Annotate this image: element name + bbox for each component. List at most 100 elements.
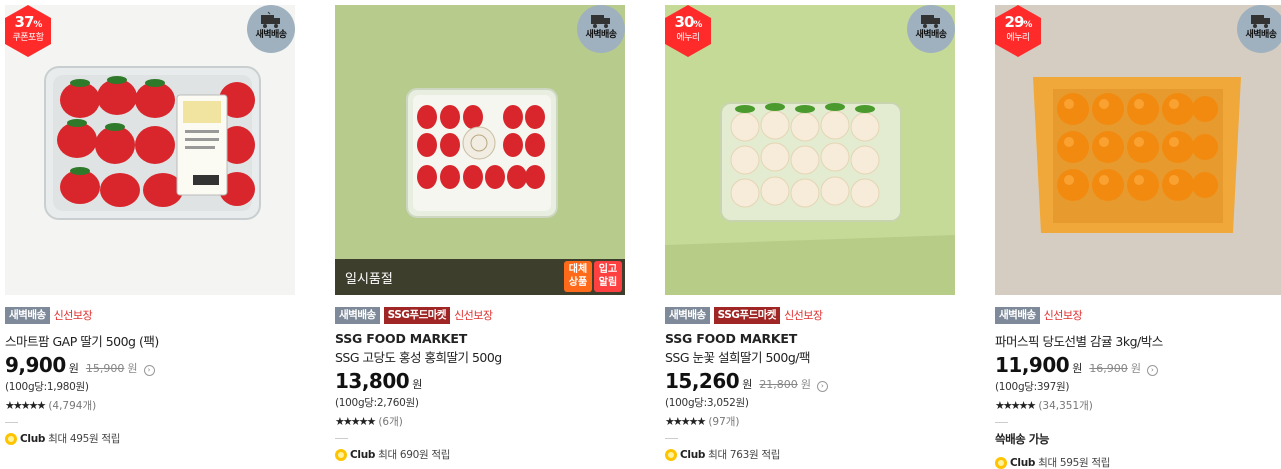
- star-rating-icon: ★★★★★: [335, 415, 376, 428]
- unit-price: (100g당:397원): [995, 381, 1070, 393]
- price-info-icon[interactable]: ›: [143, 365, 155, 376]
- product-name[interactable]: 스마트팜 GAP 딸기 500g (팩): [5, 331, 295, 350]
- product-card[interactable]: 37% 쿠폰포함 새벽배송 새벽배송 신선보장 스마트팜 GAP 딸기 500g…: [5, 5, 295, 446]
- club-reward-text: 최대 495원 적립: [48, 433, 121, 445]
- product-card[interactable]: 30% 에누리 새벽배송 새벽배송 SSG푸드마켓 신선보장 SSG FOOD …: [665, 5, 955, 462]
- star-rating-icon: ★★★★★: [995, 399, 1036, 412]
- club-reward: Club 최대 495원 적립: [5, 431, 295, 446]
- price-row: 11,900 원 16,900 원 ›: [995, 353, 1281, 377]
- price-row: 15,260 원 21,800 원 ›: [665, 369, 955, 393]
- soldout-bar: 일시품절 대체 상품 입고 알림: [335, 259, 625, 295]
- product-name[interactable]: SSG 눈꽃 설희딸기 500g/팩: [665, 347, 955, 366]
- original-currency-unit: 원: [800, 378, 811, 391]
- club-reward: Club 최대 763원 적립: [665, 447, 955, 462]
- white-strawberry-image: [665, 5, 955, 295]
- product-card[interactable]: 29% 에누리 새벽배송 새벽배송 신선보장 파머스픽 당도선별 감귤 3kg/…: [995, 5, 1281, 469]
- soldout-label: 일시품절: [345, 272, 393, 287]
- rating-row[interactable]: ★★★★★ (4,794개): [5, 398, 295, 413]
- original-currency-unit: 원: [1130, 362, 1141, 375]
- club-coin-icon: [665, 448, 677, 461]
- tag-ssg-food-market: SSG푸드마켓: [713, 306, 781, 324]
- tag-ssg-food-market: SSG푸드마켓: [383, 306, 451, 324]
- rating-row[interactable]: ★★★★★ (6개): [335, 414, 625, 429]
- club-brand: Club: [20, 432, 46, 445]
- brand-name[interactable]: SSG FOOD MARKET: [665, 331, 955, 346]
- currency-unit: 원: [742, 378, 753, 391]
- review-count: (4,794개): [48, 400, 97, 412]
- club-brand: Club: [1010, 456, 1036, 469]
- strawberry-tray-image: [335, 5, 625, 295]
- star-rating-icon: ★★★★★: [5, 399, 46, 412]
- product-tags: 새벽배송 SSG푸드마켓 신선보장: [335, 306, 625, 324]
- review-count: (6개): [378, 416, 403, 428]
- original-price: 15,900: [85, 362, 125, 375]
- truck-icon: [591, 15, 610, 28]
- product-image[interactable]: 29% 에누리 새벽배송: [995, 5, 1281, 295]
- divider: [335, 438, 348, 439]
- product-name[interactable]: SSG 고당도 홍성 홍희딸기 500g: [335, 347, 625, 366]
- unit-price: (100g당:3,052원): [665, 397, 749, 409]
- tag-dawn-delivery: 새벽배송: [5, 306, 50, 324]
- fresh-guarantee-label: 신선보장: [784, 309, 823, 322]
- review-count: (34,351개): [1038, 400, 1093, 412]
- product-grid: 37% 쿠폰포함 새벽배송 새벽배송 신선보장 스마트팜 GAP 딸기 500g…: [0, 0, 1281, 469]
- rating-row[interactable]: ★★★★★ (97개): [665, 414, 955, 429]
- product-image[interactable]: 새벽배송 일시품절 대체 상품 입고 알림: [335, 5, 625, 295]
- club-brand: Club: [350, 448, 376, 461]
- divider: [5, 422, 18, 423]
- club-reward: Club 최대 595원 적립: [995, 455, 1281, 469]
- fresh-guarantee-label: 신선보장: [454, 309, 493, 322]
- restock-alert-button[interactable]: 입고 알림: [594, 261, 622, 292]
- fresh-guarantee-label: 신선보장: [1043, 309, 1083, 322]
- star-rating-icon: ★★★★★: [665, 415, 706, 428]
- product-image[interactable]: 30% 에누리 새벽배송: [665, 5, 955, 295]
- divider: [665, 438, 678, 439]
- unit-price: (100g당:1,980원): [5, 381, 89, 393]
- original-price: 21,800: [759, 378, 798, 391]
- truck-icon: [261, 11, 280, 28]
- club-reward-text: 최대 595원 적립: [1038, 457, 1111, 469]
- club-reward-text: 최대 763원 적립: [708, 449, 781, 461]
- truck-icon: [1251, 15, 1270, 28]
- price-info-icon[interactable]: ›: [1146, 365, 1158, 376]
- dawn-delivery-badge: 새벽배송: [247, 5, 295, 53]
- product-image[interactable]: 37% 쿠폰포함 새벽배송: [5, 5, 295, 295]
- brand-name[interactable]: SSG FOOD MARKET: [335, 331, 625, 346]
- rating-row[interactable]: ★★★★★ (34,351개): [995, 398, 1281, 413]
- dawn-delivery-badge: 새벽배송: [1237, 5, 1281, 53]
- substitute-product-button[interactable]: 대체 상품: [564, 261, 592, 292]
- club-reward-text: 최대 690원 적립: [378, 449, 451, 461]
- sale-price: 15,260: [665, 369, 740, 393]
- product-card[interactable]: 새벽배송 일시품절 대체 상품 입고 알림 새벽배송 SSG푸드마켓 신선보장 …: [335, 5, 625, 462]
- product-name[interactable]: 파머스픽 당도선별 감귤 3kg/박스: [995, 331, 1281, 350]
- price-row: 13,800 원: [335, 369, 625, 393]
- original-currency-unit: 원: [127, 362, 138, 375]
- club-coin-icon: [995, 456, 1007, 469]
- price-info-icon[interactable]: ›: [816, 381, 828, 392]
- tangerine-box-image: [995, 5, 1281, 295]
- product-tags: 새벽배송 신선보장: [5, 306, 295, 324]
- sale-price: 9,900: [5, 353, 66, 377]
- tag-dawn-delivery: 새벽배송: [665, 306, 710, 324]
- dawn-delivery-badge: 새벽배송: [577, 5, 625, 53]
- review-count: (97개): [708, 416, 740, 428]
- strawberry-pack-image: [44, 66, 261, 220]
- divider: [995, 422, 1008, 423]
- ssg-delivery-available: 쓱배송 가능: [995, 432, 1049, 446]
- tag-dawn-delivery: 새벽배송: [995, 306, 1040, 324]
- tag-dawn-delivery: 새벽배송: [335, 306, 380, 324]
- club-brand: Club: [680, 448, 706, 461]
- product-tags: 새벽배송 SSG푸드마켓 신선보장: [665, 306, 955, 324]
- truck-icon: [921, 15, 940, 28]
- price-row: 9,900 원 15,900 원 ›: [5, 353, 295, 377]
- sale-price: 13,800: [335, 369, 410, 393]
- club-coin-icon: [5, 432, 17, 445]
- dawn-delivery-badge: 새벽배송: [907, 5, 955, 53]
- fresh-guarantee-label: 신선보장: [53, 309, 93, 322]
- club-coin-icon: [335, 448, 347, 461]
- product-tags: 새벽배송 신선보장: [995, 306, 1281, 324]
- club-reward: Club 최대 690원 적립: [335, 447, 625, 462]
- currency-unit: 원: [68, 362, 79, 375]
- original-price: 16,900: [1089, 362, 1128, 375]
- unit-price: (100g당:2,760원): [335, 397, 419, 409]
